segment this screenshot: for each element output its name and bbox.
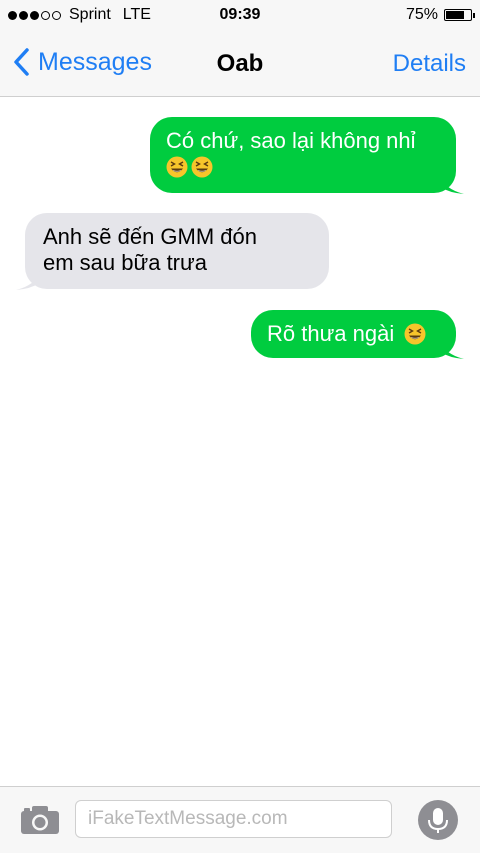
message-emoji-line <box>166 154 440 180</box>
camera-icon[interactable] <box>20 805 60 835</box>
status-bar: Sprint LTE 09:39 75% <box>0 0 480 30</box>
message-text: em sau bữa trưa <box>43 250 207 275</box>
message-bubble-sent[interactable]: Có chứ, sao lại không nhỉ <box>150 117 456 193</box>
bubble-tail-received <box>16 271 40 290</box>
message-text: Anh sẽ đến GMM đón <box>43 224 258 249</box>
message-input[interactable]: iFakeTextMessage.com <box>75 800 392 838</box>
laughing-face-emoji-icon <box>191 156 213 178</box>
status-right: 75% <box>405 6 475 24</box>
microphone-icon <box>428 808 448 833</box>
battery-icon <box>444 9 475 21</box>
message-input-bar: iFakeTextMessage.com <box>0 786 480 853</box>
bubble-tail-sent <box>440 175 464 194</box>
nav-bar: Messages Oab Details <box>0 30 480 97</box>
details-button[interactable]: Details <box>393 50 466 78</box>
battery-percent: 75% <box>405 6 438 23</box>
bubble-tail-sent <box>440 340 464 359</box>
message-input-placeholder: iFakeTextMessage.com <box>88 808 288 829</box>
laughing-face-emoji-icon <box>166 156 188 178</box>
battery-level-fill <box>446 11 464 19</box>
microphone-button[interactable] <box>418 800 458 840</box>
message-text: Rõ thưa ngài <box>267 321 395 346</box>
laughing-face-emoji-icon <box>404 323 426 345</box>
message-text: Có chứ, sao lại không nhỉ <box>166 128 416 153</box>
message-bubble-received[interactable]: Anh sẽ đến GMM đón em sau bữa trưa <box>25 213 329 289</box>
message-bubble-sent[interactable]: Rõ thưa ngài <box>251 310 456 358</box>
